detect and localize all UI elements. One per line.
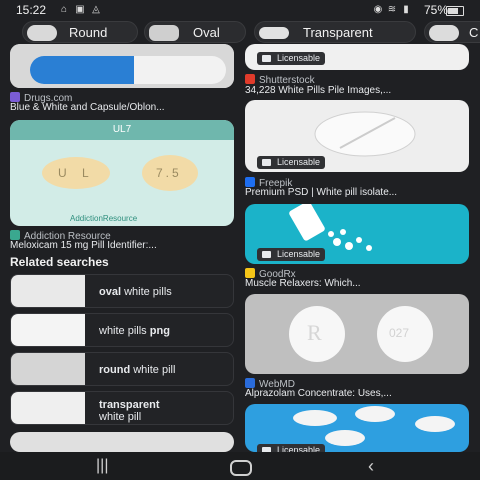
round-pill-thumb <box>27 25 57 41</box>
status-time: 15:22 <box>16 3 47 17</box>
result-title[interactable]: Alprazolam Concentrate: Uses,... <box>245 388 469 399</box>
battery-icon <box>446 6 464 16</box>
back-icon[interactable]: ‹ <box>368 457 374 475</box>
addiction-resource-logo: AddictionResource <box>70 214 138 223</box>
notification-icon: ⌂ <box>60 4 68 15</box>
related-item-png[interactable]: white pills png <box>10 313 234 347</box>
related-thumb <box>11 353 85 385</box>
related-item-partial[interactable] <box>10 432 234 452</box>
related-thumb <box>11 275 85 307</box>
freepik-favicon <box>245 177 255 187</box>
wifi-icon: ≋ <box>387 4 397 15</box>
related-thumb <box>11 392 85 424</box>
related-item-transparent[interactable]: transparent white pill <box>10 391 234 425</box>
chip-transparent[interactable]: Transparent <box>254 21 416 43</box>
chip-label: Oval <box>193 25 220 40</box>
result-title[interactable]: Blue & White and Capsule/Oblon... <box>10 102 234 113</box>
licensable-badge: Licensable <box>257 52 326 65</box>
result-title[interactable]: Meloxicam 15 mg Pill Identifier:... <box>10 240 234 251</box>
more-pill-thumb <box>429 25 459 41</box>
pill-imprint-75: 7.5 <box>156 166 182 180</box>
drugs-favicon <box>10 92 20 102</box>
chip-round[interactable]: Round <box>22 21 138 43</box>
filter-chips: Round Oval Transparent C <box>0 20 480 44</box>
transparent-pill-thumb <box>259 27 289 39</box>
related-thumb <box>11 314 85 346</box>
pill-imprint-r: R <box>307 320 322 345</box>
result-image-freepik[interactable]: Licensable <box>245 100 469 172</box>
system-nav-bar: ||| ‹ <box>0 452 480 480</box>
webmd-favicon <box>245 378 255 388</box>
image-notification-icon: ▣ <box>75 4 85 15</box>
goodrx-favicon <box>245 268 255 278</box>
result-image-shutterstock[interactable]: Licensable <box>245 44 469 70</box>
battery-percent: 75% <box>423 3 448 17</box>
chip-more[interactable]: C <box>424 21 480 43</box>
result-image-goodrx[interactable]: Licensable <box>245 204 469 264</box>
signal-icon: ▮ <box>403 4 409 15</box>
pill-imprint-027: 027 <box>389 326 410 340</box>
addiction-favicon <box>10 230 20 240</box>
chip-label: Transparent <box>303 25 373 40</box>
result-title[interactable]: 34,228 White Pills Pile Images,... <box>245 85 469 96</box>
pill-imprint-ul: U L <box>58 166 95 180</box>
home-icon[interactable] <box>230 460 252 476</box>
alprazolam-pills-image <box>289 306 433 362</box>
capsule-image <box>10 44 234 88</box>
result-image-meloxicam[interactable]: UL7 U L 7.5 AddictionResource <box>10 120 234 226</box>
related-label: oval white pills <box>99 286 172 298</box>
chip-label: C <box>469 25 479 40</box>
related-label: transparent white pill <box>99 399 160 423</box>
app-notification-icon: ◬ <box>92 4 100 15</box>
related-item-oval[interactable]: oval white pills <box>10 274 234 308</box>
result-title[interactable]: Muscle Relaxers: Which... <box>245 278 469 289</box>
licensable-badge: Licensable <box>257 248 326 261</box>
meloxicam-pills <box>42 155 198 191</box>
result-title[interactable]: Premium PSD | White pill isolate... <box>245 187 469 198</box>
status-bar: 15:22 ⌂ ▣ ◬ ◉ ≋ ▮ 75% <box>0 0 480 20</box>
oval-pill-thumb <box>149 25 179 41</box>
result-image-capsule[interactable] <box>10 44 234 88</box>
chip-oval[interactable]: Oval <box>144 21 246 43</box>
related-label: white pills png <box>99 325 170 337</box>
related-item-round[interactable]: round white pill <box>10 352 234 386</box>
licensable-badge: Licensable <box>257 156 326 169</box>
related-searches-heading: Related searches <box>10 255 109 269</box>
result-image-blue-pills[interactable]: Licensable <box>245 404 469 452</box>
recent-apps-icon[interactable]: ||| <box>96 458 108 474</box>
chip-label: Round <box>69 25 108 40</box>
licensable-badge: Licensable <box>257 444 326 452</box>
cast-icon: ◉ <box>373 4 383 15</box>
shutterstock-favicon <box>245 74 255 84</box>
related-label: round white pill <box>99 364 176 376</box>
result-image-webmd[interactable]: R 027 <box>245 294 469 374</box>
